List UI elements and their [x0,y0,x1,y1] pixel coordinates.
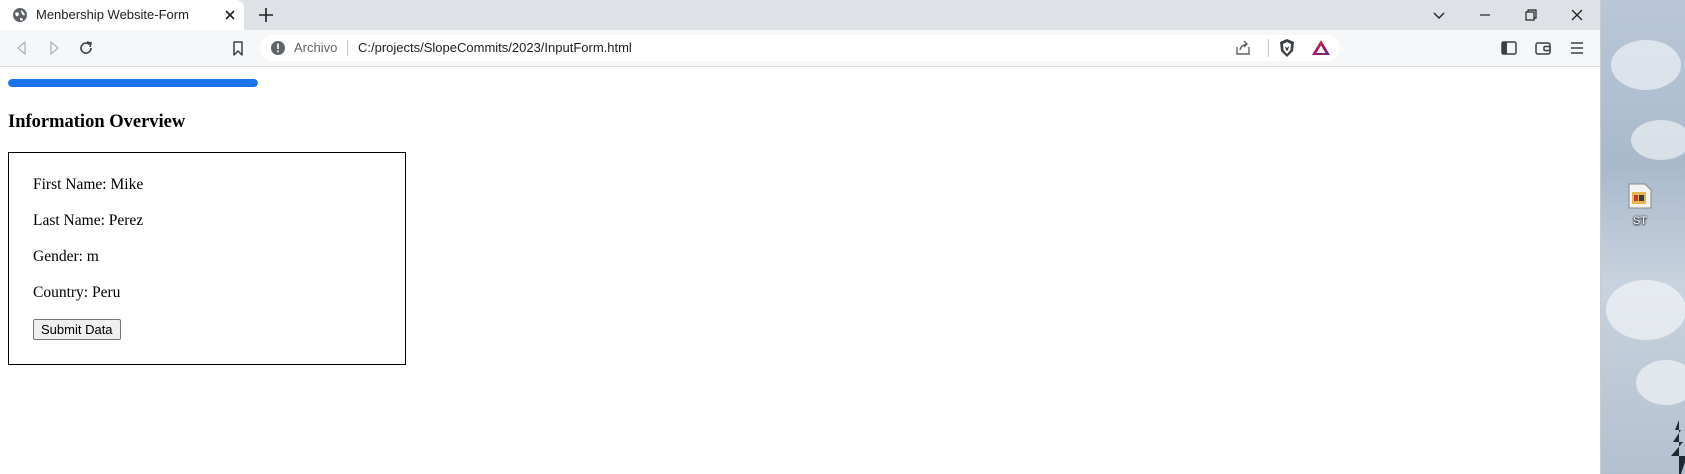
page-title: Information Overview [8,112,186,132]
screen: Menbership Website-Form Archivo C:/proje… [0,0,1685,474]
country-value: Country: Peru [33,284,121,301]
desktop-background: ST [1601,0,1685,474]
menu-icon[interactable] [1567,38,1587,58]
information-panel: First Name: Mike Last Name: Perez Gender… [8,152,406,365]
url-text[interactable]: C:/projects/SlopeCommits/2023/InputForm.… [358,40,632,55]
tab-strip: Menbership Website-Form [0,0,1600,30]
back-arrow-icon[interactable] [12,38,32,58]
security-label: Archivo [294,40,338,55]
tree-silhouette [1671,420,1685,474]
share-icon[interactable] [1234,39,1252,57]
info-icon[interactable] [270,40,286,56]
tab-title: Menbership Website-Form [36,7,189,22]
close-icon[interactable] [222,7,238,23]
gender-value: Gender: m [33,248,99,265]
reload-icon[interactable] [76,38,96,58]
restore-icon[interactable] [1521,5,1541,25]
bookmark-icon[interactable] [228,38,248,58]
plus-icon[interactable] [257,6,275,24]
brave-shield-icon[interactable] [1277,38,1297,58]
browser-toolbar: Archivo C:/projects/SlopeCommits/2023/In… [0,30,1600,67]
divider [347,40,348,56]
cloud [1631,120,1685,160]
cloud [1606,280,1685,340]
address-bar[interactable]: Archivo C:/projects/SlopeCommits/2023/In… [260,35,1340,61]
chevron-down-icon[interactable] [1429,5,1449,25]
progress-bar [8,79,258,87]
brave-rewards-icon[interactable] [1311,38,1331,58]
sidebar-icon[interactable] [1499,38,1519,58]
active-tab[interactable]: Menbership Website-Form [0,0,244,30]
page-content: Information Overview First Name: Mike La… [0,67,1600,474]
forward-arrow-icon[interactable] [44,38,64,58]
submit-data-button[interactable]: Submit Data [33,319,121,340]
last-name-value: Last Name: Perez [33,212,144,229]
first-name-value: First Name: Mike [33,176,144,193]
browser-window: Menbership Website-Form Archivo C:/proje… [0,0,1601,474]
progress-fill [8,79,258,87]
cloud [1611,40,1681,90]
desktop-icon-label: ST [1632,215,1648,227]
minimize-icon[interactable] [1475,5,1495,25]
wallet-icon[interactable] [1533,38,1553,58]
file-shortcut-icon[interactable] [1627,182,1653,210]
close-icon[interactable] [1567,5,1587,25]
globe-icon [13,8,27,22]
divider [1268,39,1269,57]
cloud [1636,360,1685,405]
